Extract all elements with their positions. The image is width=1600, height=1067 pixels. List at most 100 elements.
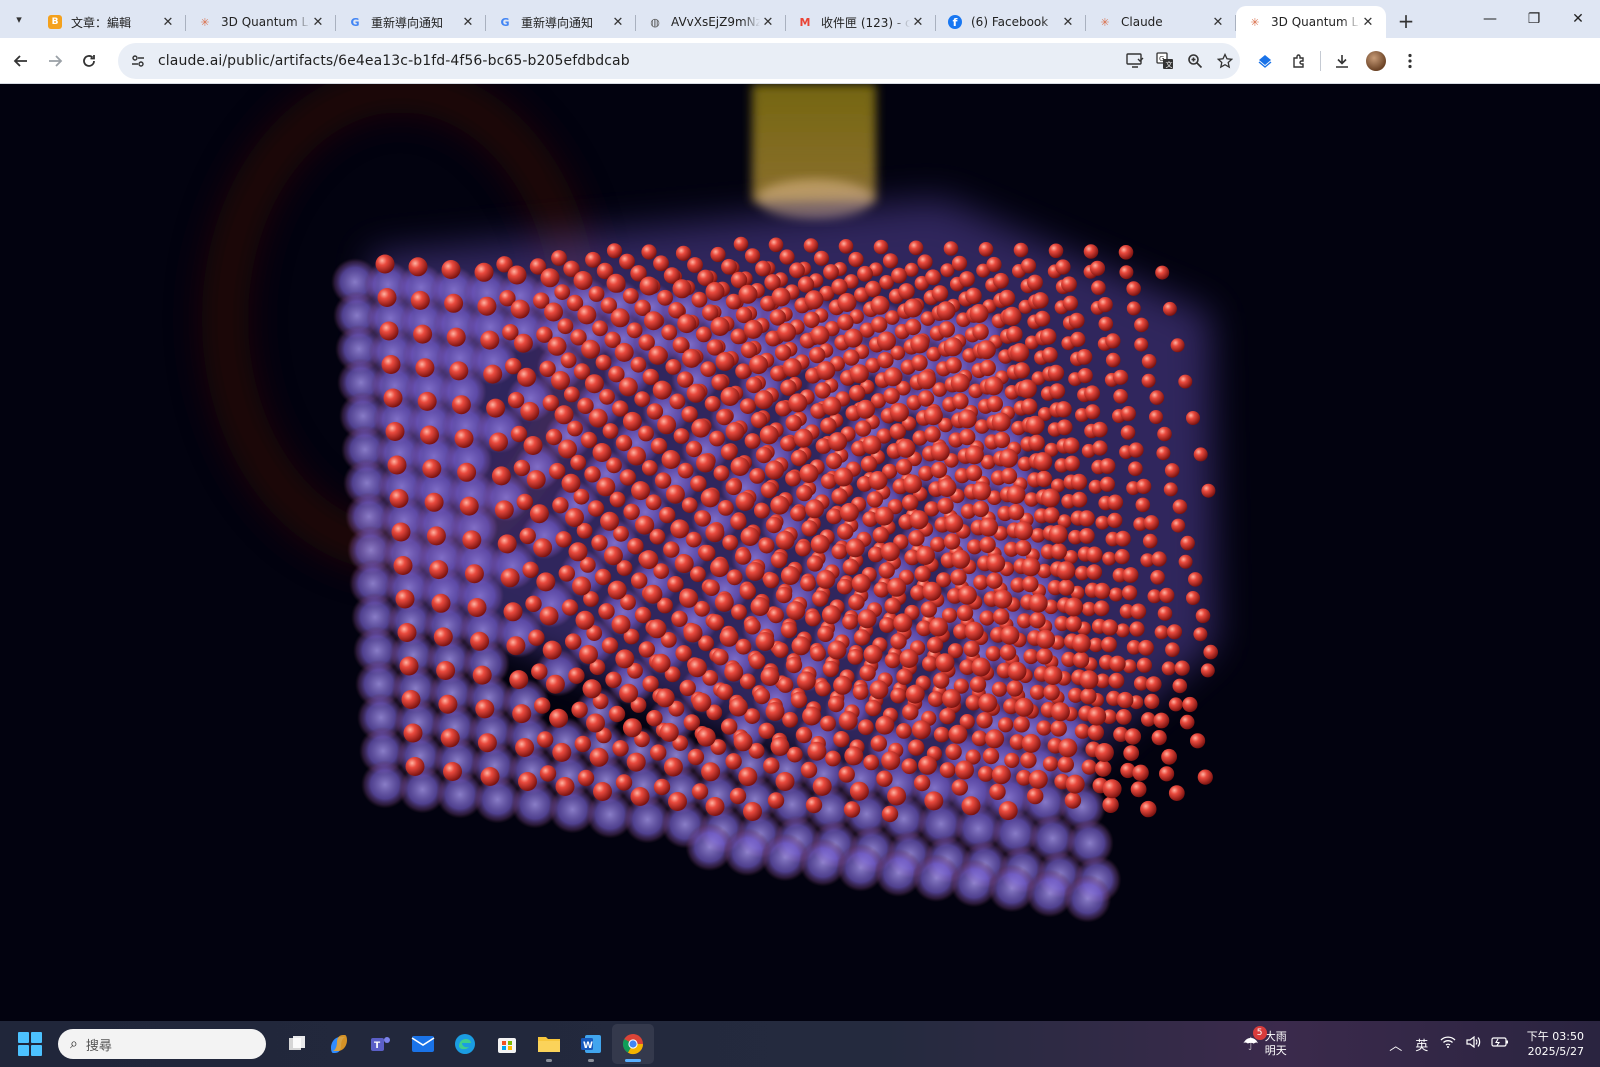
electron-sphere [675,645,692,662]
folder-icon[interactable] [528,1024,570,1064]
restore-button[interactable]: ❐ [1512,0,1556,38]
electron-sphere [615,774,633,791]
site-info-icon[interactable] [126,49,150,73]
windows-start-icon[interactable] [18,1032,42,1056]
electron-sphere [523,436,543,455]
word-icon[interactable]: W [570,1024,612,1064]
electron-sphere [700,361,717,377]
electron-sphere [765,516,783,534]
electron-sphere [643,584,663,604]
tab-close-icon[interactable]: ✕ [310,15,326,30]
tab-5[interactable]: ◍ AVvXsEjZ9mNz ✕ [636,6,786,38]
reload-button[interactable] [72,44,106,78]
tab-title: (6) Facebook [971,15,1049,29]
electron-sphere [896,438,916,458]
running-indicator [546,1059,552,1062]
weather-condition: 大雨 [1264,1030,1287,1043]
tab-2[interactable]: ✳ 3D Quantum La ✕ [186,6,336,38]
weather-widget[interactable]: ☂ 5 大雨 明天 [1243,1025,1287,1058]
electron-sphere [687,257,703,273]
electron-sphere [780,435,796,452]
chrome-icon[interactable] [612,1024,654,1064]
ime-indicator[interactable]: 英 [1411,1035,1433,1054]
tab-close-icon[interactable]: ✕ [160,15,176,30]
system-clock[interactable]: 下午 03:50 2025/5/27 [1527,1029,1584,1059]
tab-close-icon[interactable]: ✕ [1060,15,1076,30]
tab-close-icon[interactable]: ✕ [760,15,776,30]
volume-icon[interactable] [1463,1035,1485,1052]
mail-icon[interactable] [402,1024,444,1064]
electron-sphere [1142,533,1158,549]
electron-sphere [683,623,703,643]
address-bar[interactable]: claude.ai/public/artifacts/6e4ea13c-b1fd… [118,42,1240,79]
url-text[interactable]: claude.ai/public/artifacts/6e4ea13c-b1fd… [158,53,630,69]
tab-7[interactable]: f (6) Facebook ✕ [936,6,1086,38]
tab-close-icon[interactable]: ✕ [460,15,476,30]
tab-9[interactable]: ✳ 3D Quantum La ✕ [1236,6,1386,38]
electron-sphere [871,316,888,333]
tab-3[interactable]: G 重新導向通知 ✕ [336,6,486,38]
quantum-lattice-canvas[interactable] [0,84,1600,1021]
copilot-icon[interactable] [318,1024,360,1064]
electron-sphere [582,679,602,699]
bookmark-star-icon[interactable] [1210,46,1240,76]
electron-sphere [739,583,756,600]
tab-close-icon[interactable]: ✕ [1210,15,1226,30]
extension-diamond-icon[interactable] [1248,44,1282,78]
file-explorer-widgets-icon[interactable] [276,1024,318,1064]
electron-sphere [1040,328,1057,345]
electron-sphere [930,442,950,462]
extensions-puzzle-icon[interactable] [1282,44,1316,78]
electron-sphere [403,723,423,743]
electron-sphere [862,435,882,455]
cast-install-icon[interactable] [1120,46,1150,76]
wifi-icon[interactable] [1437,1036,1459,1052]
electron-sphere [945,357,962,374]
electron-sphere [797,276,815,293]
tab-8[interactable]: ✳ Claude ✕ [1086,6,1236,38]
tab-close-icon[interactable]: ✕ [1360,15,1376,30]
tab-search-chevron-icon[interactable]: ▾ [8,8,30,30]
electron-sphere [868,471,888,490]
electron-sphere [1087,706,1107,726]
electron-sphere [730,513,747,530]
electron-sphere [717,500,734,516]
translate-icon[interactable]: G文 [1150,46,1180,76]
electron-sphere [763,572,780,589]
downloads-icon[interactable] [1325,44,1359,78]
electron-sphere [431,593,451,613]
edge-icon[interactable] [444,1024,486,1064]
teams-icon[interactable]: T [360,1024,402,1064]
new-tab-button[interactable]: + [1392,7,1420,35]
electron-sphere [807,741,827,761]
tab-6[interactable]: M 收件匣 (123) - c ✕ [786,6,936,38]
minimize-button[interactable]: — [1468,0,1512,38]
electron-sphere [733,236,749,252]
electron-sphere [561,599,579,616]
tab-close-icon[interactable]: ✕ [610,15,626,30]
close-window-button[interactable]: ✕ [1556,0,1600,38]
electron-sphere [873,581,890,598]
back-button[interactable] [4,44,38,78]
electron-sphere [1122,567,1139,583]
store-icon[interactable] [486,1024,528,1064]
electron-sphere [951,779,968,796]
show-hidden-icons-chevron-icon[interactable]: ︿ [1385,1035,1407,1054]
electron-sphere [716,683,733,701]
taskbar-search-box[interactable]: ⌕ 搜尋 [58,1029,266,1059]
menu-kebab-icon[interactable] [1393,44,1427,78]
forward-button[interactable] [38,44,72,78]
zoom-icon[interactable] [1180,46,1210,76]
electron-sphere [969,676,987,693]
tab-close-icon[interactable]: ✕ [910,15,926,30]
profile-avatar[interactable] [1359,44,1393,78]
electron-sphere [793,428,813,448]
electron-sphere [534,697,551,714]
battery-icon[interactable] [1489,1036,1511,1052]
electron-sphere [899,649,919,668]
electron-sphere [663,757,683,777]
electron-sphere [417,391,437,411]
electron-sphere [758,722,775,739]
tab-1[interactable]: B 文章：編輯 ✕ [36,6,186,38]
tab-4[interactable]: G 重新導向通知 ✕ [486,6,636,38]
